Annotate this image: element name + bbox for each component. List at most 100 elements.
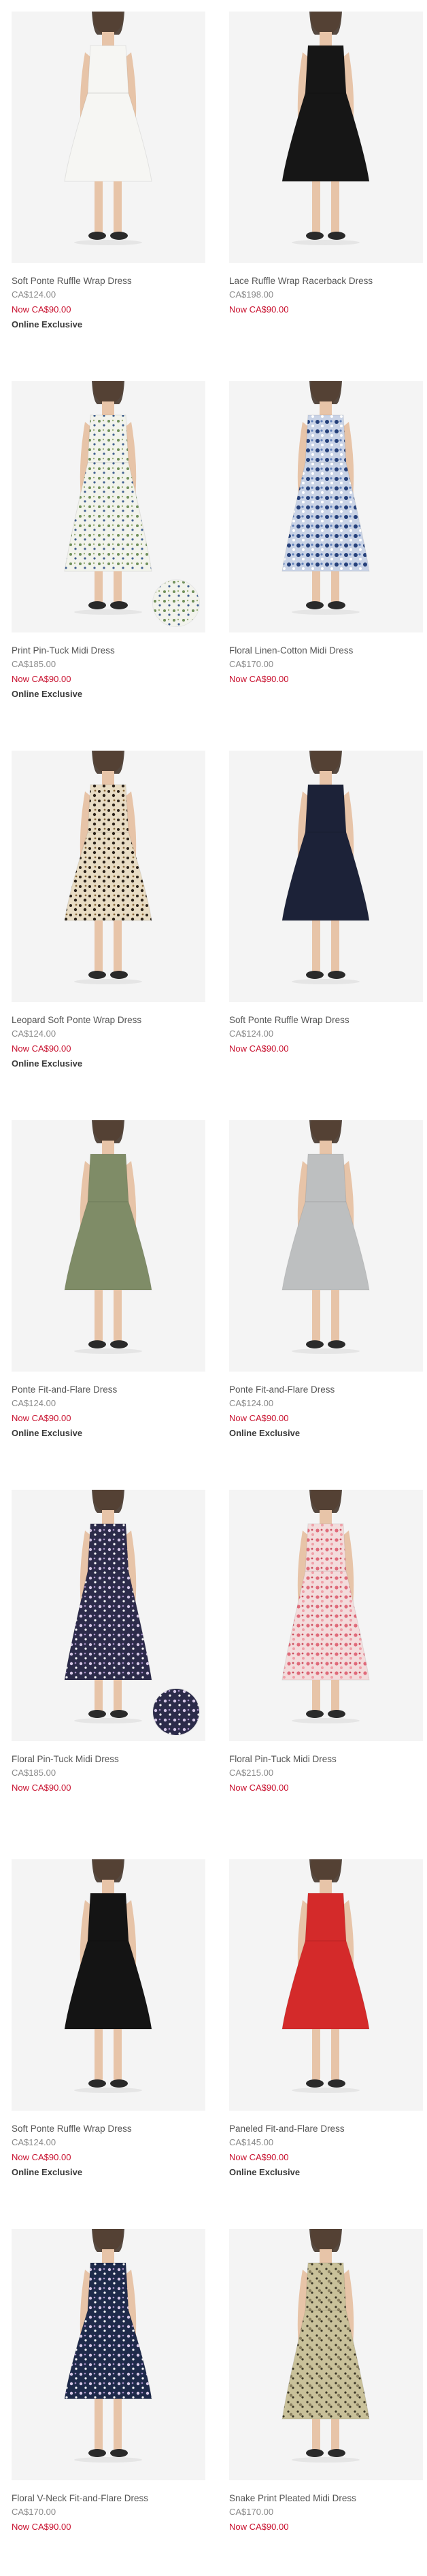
sale-price: Now CA$90.00 <box>12 1413 71 1423</box>
product-image[interactable] <box>12 1490 205 1741</box>
product-card[interactable]: Print Pin-Tuck Midi Dress CA$185.00 Now CA… <box>12 381 205 748</box>
product-info: Lace Ruffle Wrap Racerback Dress CA$198.0… <box>229 263 423 317</box>
product-image[interactable] <box>12 381 205 632</box>
product-name-link[interactable]: Lace Ruffle Wrap Racerback Dress <box>229 275 423 287</box>
product-info: Leopard Soft Ponte Wrap Dress CA$124.00 No… <box>12 1002 205 1071</box>
sale-price: Now CA$90.00 <box>12 1783 71 1793</box>
product-card[interactable]: Leopard Soft Ponte Wrap Dress CA$124.00 No… <box>12 751 205 1117</box>
sale-price: Now CA$90.00 <box>229 674 289 684</box>
product-image-illustration <box>281 2229 370 2463</box>
product-card[interactable]: Soft Ponte Ruffle Wrap Dress CA$124.00 Now… <box>229 751 423 1117</box>
product-image[interactable] <box>12 751 205 1002</box>
original-price: CA$198.00 <box>229 289 274 300</box>
product-name-link[interactable]: Floral V-Neck Fit-and-Flare Dress <box>12 2492 205 2505</box>
product-info: Snake Print Pleated Midi Dress CA$170.00 N… <box>229 2480 423 2535</box>
original-price: CA$170.00 <box>229 2507 274 2517</box>
original-price: CA$124.00 <box>12 1398 56 1408</box>
product-name-link[interactable]: Snake Print Pleated Midi Dress <box>229 2492 423 2505</box>
product-card[interactable]: Ponte Fit-and-Flare Dress CA$124.00 Now CA… <box>229 1120 423 1487</box>
online-exclusive-badge: Online Exclusive <box>12 2167 83 2177</box>
sale-price: Now CA$90.00 <box>12 674 71 684</box>
product-image[interactable] <box>12 1859 205 2111</box>
original-price: CA$215.00 <box>229 1768 274 1778</box>
sale-price: Now CA$90.00 <box>12 304 71 315</box>
online-exclusive-badge: Online Exclusive <box>12 319 83 329</box>
product-card[interactable]: Floral Pin-Tuck Midi Dress CA$215.00 Now C… <box>229 1490 423 1857</box>
product-image[interactable] <box>12 1120 205 1372</box>
online-exclusive-badge: Online Exclusive <box>12 1058 83 1069</box>
sale-price: Now CA$90.00 <box>12 1043 71 1054</box>
product-card[interactable]: Floral Pin-Tuck Midi Dress CA$185.00 Now C… <box>12 1490 205 1857</box>
product-image-illustration <box>281 1490 370 1723</box>
product-image-illustration <box>281 1120 370 1354</box>
product-image-illustration <box>64 1120 152 1354</box>
product-name-link[interactable]: Soft Ponte Ruffle Wrap Dress <box>229 1014 423 1026</box>
product-card[interactable]: Soft Ponte Ruffle Wrap Dress CA$124.00 Now… <box>12 1859 205 2226</box>
product-card[interactable]: Lace Ruffle Wrap Racerback Dress CA$198.0… <box>229 12 423 378</box>
product-info: Print Pin-Tuck Midi Dress CA$185.00 Now CA… <box>12 632 205 702</box>
product-image[interactable] <box>229 381 423 632</box>
original-price: CA$145.00 <box>229 2137 274 2147</box>
product-name-link[interactable]: Print Pin-Tuck Midi Dress <box>12 645 205 657</box>
product-image-illustration <box>64 1859 152 2093</box>
product-info: Soft Ponte Ruffle Wrap Dress CA$124.00 Now… <box>229 1002 423 1056</box>
original-price: CA$185.00 <box>12 659 56 669</box>
product-info: Floral Linen-Cotton Midi Dress CA$170.00 N… <box>229 632 423 687</box>
product-name-link[interactable]: Ponte Fit-and-Flare Dress <box>229 1384 423 1396</box>
online-exclusive-badge: Online Exclusive <box>12 1428 83 1438</box>
sale-price: Now CA$90.00 <box>12 2152 71 2162</box>
product-image[interactable] <box>12 2229 205 2480</box>
original-price: CA$124.00 <box>229 1398 274 1408</box>
product-image[interactable] <box>229 751 423 1002</box>
product-info: Soft Ponte Ruffle Wrap Dress CA$124.00 Now… <box>12 2111 205 2180</box>
online-exclusive-badge: Online Exclusive <box>229 2167 301 2177</box>
product-image-illustration <box>64 2229 152 2463</box>
product-card[interactable]: Paneled Fit-and-Flare Dress CA$145.00 Now … <box>229 1859 423 2226</box>
product-name-link[interactable]: Ponte Fit-and-Flare Dress <box>12 1384 205 1396</box>
product-card[interactable]: Floral V-Neck Fit-and-Flare Dress CA$170.… <box>12 2229 205 2576</box>
product-name-link[interactable]: Paneled Fit-and-Flare Dress <box>229 2123 423 2135</box>
product-image-illustration <box>281 12 370 245</box>
online-exclusive-badge: Online Exclusive <box>12 689 83 699</box>
product-image-illustration <box>64 12 152 245</box>
fabric-swatch-image <box>152 579 200 627</box>
original-price: CA$124.00 <box>12 2137 56 2147</box>
sale-price: Now CA$90.00 <box>229 2522 289 2532</box>
original-price: CA$170.00 <box>229 659 274 669</box>
original-price: CA$124.00 <box>229 1028 274 1039</box>
product-info: Soft Ponte Ruffle Wrap Dress CA$124.00 Now… <box>12 263 205 332</box>
product-image[interactable] <box>229 2229 423 2480</box>
product-name-link[interactable]: Floral Pin-Tuck Midi Dress <box>12 1753 205 1766</box>
product-info: Floral V-Neck Fit-and-Flare Dress CA$170.… <box>12 2480 205 2535</box>
product-card[interactable]: Floral Linen-Cotton Midi Dress CA$170.00 N… <box>229 381 423 748</box>
product-card[interactable]: Snake Print Pleated Midi Dress CA$170.00 N… <box>229 2229 423 2576</box>
sale-price: Now CA$90.00 <box>229 304 289 315</box>
product-info: Ponte Fit-and-Flare Dress CA$124.00 Now CA… <box>229 1372 423 1441</box>
product-name-link[interactable]: Floral Linen-Cotton Midi Dress <box>229 645 423 657</box>
original-price: CA$170.00 <box>12 2507 56 2517</box>
product-image-illustration <box>281 751 370 984</box>
sale-price: Now CA$90.00 <box>229 2152 289 2162</box>
product-name-link[interactable]: Leopard Soft Ponte Wrap Dress <box>12 1014 205 1026</box>
original-price: CA$124.00 <box>12 1028 56 1039</box>
product-name-link[interactable]: Floral Pin-Tuck Midi Dress <box>229 1753 423 1766</box>
product-image-illustration <box>64 751 152 984</box>
product-image[interactable] <box>229 1859 423 2111</box>
product-info: Floral Pin-Tuck Midi Dress CA$215.00 Now C… <box>229 1741 423 1795</box>
original-price: CA$124.00 <box>12 289 56 300</box>
product-card[interactable]: Ponte Fit-and-Flare Dress CA$124.00 Now CA… <box>12 1120 205 1487</box>
product-image-illustration <box>281 381 370 615</box>
sale-price: Now CA$90.00 <box>12 2522 71 2532</box>
product-info: Floral Pin-Tuck Midi Dress CA$185.00 Now C… <box>12 1741 205 1795</box>
product-image[interactable] <box>229 1120 423 1372</box>
product-card[interactable]: Soft Ponte Ruffle Wrap Dress CA$124.00 Now… <box>12 12 205 378</box>
product-image[interactable] <box>229 1490 423 1741</box>
product-image[interactable] <box>12 12 205 263</box>
sale-price: Now CA$90.00 <box>229 1043 289 1054</box>
product-name-link[interactable]: Soft Ponte Ruffle Wrap Dress <box>12 275 205 287</box>
sale-price: Now CA$90.00 <box>229 1413 289 1423</box>
product-name-link[interactable]: Soft Ponte Ruffle Wrap Dress <box>12 2123 205 2135</box>
product-image[interactable] <box>229 12 423 263</box>
sale-price: Now CA$90.00 <box>229 1783 289 1793</box>
product-image-illustration <box>281 1859 370 2093</box>
